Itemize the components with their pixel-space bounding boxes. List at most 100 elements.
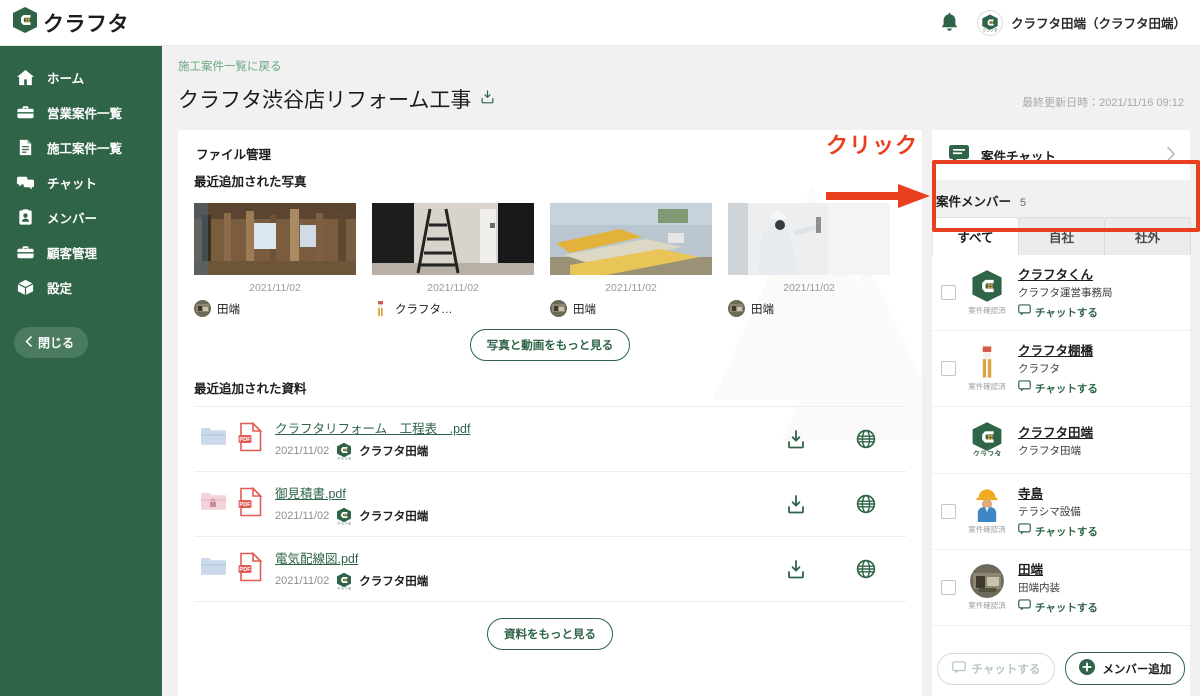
project-chat-left: 案件チャット xyxy=(948,143,1056,168)
sidebar-item-home[interactable]: ホーム xyxy=(0,60,162,95)
bulk-chat-button[interactable]: チャットする xyxy=(936,652,1056,685)
chat-message-icon xyxy=(1018,303,1031,321)
list-item[interactable]: 案件確認済 寺島 テラシマ設備 チャットする xyxy=(932,474,1190,550)
photo-author: 田端 xyxy=(194,300,356,317)
svg-text:クラフタ: クラフタ xyxy=(337,586,352,590)
photo-date: 2021/11/02 xyxy=(605,282,657,294)
download-icon[interactable] xyxy=(786,429,806,450)
member-chat-action[interactable]: チャットする xyxy=(1018,598,1182,616)
document-name-link[interactable]: クラフタリフォーム 工程表 .pdf xyxy=(275,418,774,437)
sidebar-item-construction-projects[interactable]: 施工案件一覧 xyxy=(0,130,162,165)
list-item[interactable]: クラフタ クラフタ田端 クラフタ田端 xyxy=(932,407,1190,474)
globe-icon[interactable] xyxy=(856,429,876,449)
user-menu[interactable]: クラフタ クラフタ田端（クラフタ田端） xyxy=(976,9,1186,36)
member-name-link[interactable]: 寺島 xyxy=(1018,483,1182,502)
construction-worker-avatar-icon xyxy=(970,488,1004,522)
svg-text:PDF: PDF xyxy=(239,437,251,443)
document-date: 2021/11/02 xyxy=(275,445,330,457)
member-name-link[interactable]: クラフタくん xyxy=(1018,264,1182,283)
tab-external[interactable]: 社外 xyxy=(1104,217,1191,255)
download-box-icon[interactable] xyxy=(480,87,495,111)
demolition-interior-photo[interactable] xyxy=(194,203,356,275)
member-org: テラシマ設備 xyxy=(1018,506,1081,518)
photo-card[interactable]: 2021/11/02 田端 xyxy=(550,203,712,317)
member-name-link[interactable]: クラフタ棚橋 xyxy=(1018,340,1182,359)
tab-internal[interactable]: 自社 xyxy=(1018,217,1105,255)
sidebar-collapse-label: 閉じる xyxy=(38,336,75,350)
document-name-link[interactable]: 御見積書.pdf xyxy=(275,483,774,502)
view-more-documents-button[interactable]: 資料をもっと見る xyxy=(487,618,613,650)
project-chat-label: 案件チャット xyxy=(981,149,1056,164)
member-chat-label: チャットする xyxy=(1035,601,1098,614)
download-icon[interactable] xyxy=(786,559,806,580)
photo-avatar-icon xyxy=(550,300,567,317)
table-row[interactable]: PDF 電気配線図.pdf 2021/11/02 クラフタ クラフタ田端 xyxy=(194,536,906,602)
table-row[interactable]: PDF 御見積書.pdf 2021/11/02 クラフタ クラフタ田端 xyxy=(194,471,906,536)
folder-blue-icon[interactable] xyxy=(200,556,226,582)
document-name-link[interactable]: 電気配線図.pdf xyxy=(275,548,774,567)
member-checkbox[interactable] xyxy=(941,285,956,300)
member-org: クラフタ運営事務局 xyxy=(1018,287,1113,299)
pdf-file-icon[interactable]: PDF xyxy=(238,486,263,522)
box-icon xyxy=(16,278,35,297)
pdf-file-icon[interactable]: PDF xyxy=(238,551,263,587)
sidebar-item-settings[interactable]: 設定 xyxy=(0,270,162,305)
globe-icon[interactable] xyxy=(856,494,876,514)
folder-pink-lock-icon[interactable] xyxy=(200,491,226,517)
sidebar-collapse-button[interactable]: 閉じる xyxy=(14,327,89,358)
members-header: 案件メンバー 5 xyxy=(936,191,1190,210)
table-row[interactable]: PDF クラフタリフォーム 工程表 .pdf 2021/11/02 クラフタ ク… xyxy=(194,406,906,471)
photo-avatar-icon xyxy=(194,300,211,317)
photo-card[interactable]: 2021/11/02 田端 xyxy=(194,203,356,317)
photo-date: 2021/11/02 xyxy=(783,282,835,294)
document-icon xyxy=(16,138,35,157)
photo-card[interactable]: 2021/11/02 田端 xyxy=(728,203,890,317)
sidebar-item-sales-projects[interactable]: 営業案件一覧 xyxy=(0,95,162,130)
member-checkbox[interactable] xyxy=(941,504,956,519)
download-icon[interactable] xyxy=(786,494,806,515)
ladder-hallway-photo[interactable] xyxy=(372,203,534,275)
member-info: クラフタくん クラフタ運営事務局 チャットする xyxy=(1018,264,1182,321)
view-more-photos-button[interactable]: 写真と動画をもっと見る xyxy=(469,329,631,361)
member-chat-action[interactable]: チャットする xyxy=(1018,379,1182,397)
sidebar-item-members[interactable]: メンバー xyxy=(0,200,162,235)
brand-logo[interactable]: クラフタ xyxy=(12,6,129,39)
member-chat-action[interactable]: チャットする xyxy=(1018,303,1182,321)
recent-photos-row: 2021/11/02 田端 2021/11/02 クラフタ… 2021/11/0… xyxy=(194,203,906,317)
svg-text:クラフタ: クラフタ xyxy=(337,521,352,525)
member-avatar-wrap: 案件確認済 xyxy=(964,345,1010,392)
right-panel: 案件チャット 案件メンバー 5 すべて 自社 社外 案件確認済 クラフタくん ク… xyxy=(932,130,1191,696)
briefcase-icon xyxy=(16,243,35,262)
document-actions xyxy=(786,559,902,580)
project-chat-button[interactable]: 案件チャット xyxy=(932,130,1190,180)
pdf-file-icon[interactable]: PDF xyxy=(238,421,263,457)
list-item[interactable]: 案件確認済 田端 田端内装 チャットする xyxy=(932,550,1190,626)
member-checkbox[interactable] xyxy=(941,361,956,376)
photo-card[interactable]: 2021/11/02 クラフタ… xyxy=(372,203,534,317)
svg-text:クラフタ: クラフタ xyxy=(973,449,1002,456)
sidebar-item-customer-management[interactable]: 顧客管理 xyxy=(0,235,162,270)
photo-author: クラフタ… xyxy=(372,300,534,317)
breadcrumb[interactable]: 施工案件一覧に戻る xyxy=(178,58,1190,74)
list-item[interactable]: 案件確認済 クラフタくん クラフタ運営事務局 チャットする xyxy=(932,255,1190,331)
member-name-link[interactable]: 田端 xyxy=(1018,559,1182,578)
add-member-button[interactable]: メンバー追加 xyxy=(1065,652,1186,685)
list-item[interactable]: 案件確認済 クラフタ棚橋 クラフタ チャットする xyxy=(932,331,1190,407)
photo-author-label: クラフタ… xyxy=(395,303,453,316)
title-row: クラフタ渋谷店リフォーム工事 最終更新日時：2021/11/16 09:12 xyxy=(178,84,1190,114)
folder-blue-icon[interactable] xyxy=(200,426,226,452)
member-confirm-status: 案件確認済 xyxy=(968,382,1006,391)
tab-all[interactable]: すべて xyxy=(932,217,1019,255)
sidebar-item-chat[interactable]: チャット xyxy=(0,165,162,200)
member-name-link[interactable]: クラフタ田端 xyxy=(1018,422,1182,441)
click-annotation-label: クリック xyxy=(826,133,919,158)
chat-message-icon xyxy=(1018,379,1031,397)
member-chat-action[interactable]: チャットする xyxy=(1018,522,1182,540)
sidebar: ホーム 営業案件一覧 施工案件一覧 チャット メンバー 顧客管理 設定 閉じる xyxy=(0,46,162,696)
member-checkbox[interactable] xyxy=(941,580,956,595)
notification-bell-icon[interactable] xyxy=(939,12,959,34)
globe-icon[interactable] xyxy=(856,559,876,579)
top-bar: クラフタ クラフタ クラフタ田端（クラフタ田端） xyxy=(0,0,1200,46)
member-action-bar: チャットする メンバー追加 xyxy=(932,643,1190,696)
insulation-materials-photo[interactable] xyxy=(550,203,712,275)
